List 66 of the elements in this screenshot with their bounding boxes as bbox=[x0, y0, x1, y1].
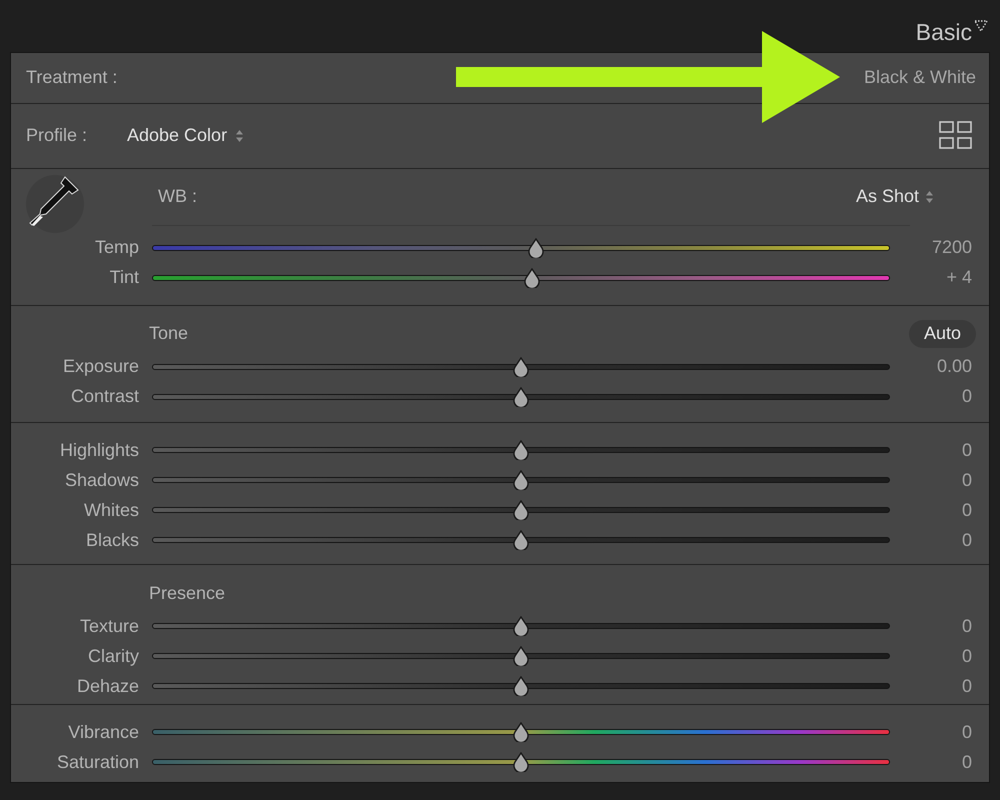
slider-value: 0 bbox=[960, 720, 973, 744]
section-title: Presence bbox=[149, 582, 226, 605]
slider-value: + 4 bbox=[945, 266, 973, 290]
slider-thumb[interactable] bbox=[512, 530, 530, 550]
slider-value: 0 bbox=[960, 438, 973, 462]
updown-icon bbox=[925, 190, 934, 204]
slider-value: 0 bbox=[960, 644, 973, 668]
slider-value: 0.00 bbox=[936, 355, 973, 378]
slider-thumb[interactable] bbox=[512, 500, 530, 520]
profile-dropdown[interactable]: Adobe Color bbox=[127, 122, 244, 150]
slider[interactable] bbox=[152, 238, 890, 258]
slider[interactable] bbox=[152, 752, 890, 772]
slider-label: Highlights bbox=[58, 438, 139, 462]
slider-value: 0 bbox=[960, 674, 973, 698]
slider[interactable] bbox=[152, 356, 890, 377]
slider-value: 0 bbox=[960, 498, 973, 522]
slider-thumb[interactable] bbox=[512, 616, 530, 636]
slider-label: Vibrance bbox=[67, 720, 139, 744]
slider-label: Whites bbox=[82, 498, 139, 522]
slider-label: Saturation bbox=[56, 750, 139, 774]
collapse-triangle-icon[interactable] bbox=[974, 20, 988, 32]
grid-view-icon[interactable] bbox=[939, 121, 972, 150]
slider-value: 0 bbox=[960, 468, 973, 492]
slider-thumb[interactable] bbox=[512, 356, 530, 377]
slider-label: Texture bbox=[78, 614, 139, 638]
slider-value: 0 bbox=[960, 614, 973, 638]
slider-thumb[interactable] bbox=[523, 268, 542, 288]
section-title: Tone bbox=[149, 322, 188, 346]
slider-label: Tint bbox=[108, 266, 139, 290]
slider-thumb[interactable] bbox=[512, 646, 530, 666]
slider[interactable] bbox=[152, 470, 890, 490]
slider-thumb[interactable] bbox=[512, 752, 530, 772]
slider-thumb[interactable] bbox=[512, 722, 530, 742]
updown-icon bbox=[235, 128, 244, 143]
slider-value: 0 bbox=[960, 750, 973, 774]
slider-label: Shadows bbox=[64, 468, 139, 492]
treatment-option[interactable]: Black & White bbox=[864, 64, 976, 92]
slider-label: Temp bbox=[94, 236, 139, 260]
slider-thumb[interactable] bbox=[512, 676, 530, 696]
slider-label: Exposure bbox=[62, 355, 139, 378]
treatment-label: Treatment : bbox=[26, 66, 118, 90]
slider[interactable] bbox=[152, 722, 890, 742]
slider[interactable] bbox=[152, 386, 890, 407]
slider[interactable] bbox=[152, 500, 890, 520]
slider[interactable] bbox=[152, 616, 890, 636]
slider-thumb[interactable] bbox=[526, 238, 545, 258]
slider-value: 7200 bbox=[930, 236, 973, 260]
slider[interactable] bbox=[152, 646, 890, 666]
slider-value: 0 bbox=[960, 385, 973, 408]
slider-label: Dehaze bbox=[76, 674, 139, 698]
slider[interactable] bbox=[152, 676, 890, 696]
slider-label: Contrast bbox=[70, 385, 139, 408]
wb-dropdown[interactable]: As Shot bbox=[856, 183, 934, 210]
auto-button[interactable]: Auto bbox=[908, 320, 976, 348]
slider-thumb[interactable] bbox=[512, 440, 530, 460]
slider-label: Clarity bbox=[86, 644, 139, 668]
profile-label: Profile : bbox=[26, 124, 88, 148]
slider-thumb[interactable] bbox=[512, 386, 530, 407]
slider-thumb[interactable] bbox=[512, 470, 530, 490]
slider-label: Blacks bbox=[84, 528, 139, 552]
slider[interactable] bbox=[152, 530, 890, 550]
slider-value: 0 bbox=[960, 528, 973, 552]
panel-title: Basic bbox=[916, 21, 972, 44]
wb-label: WB : bbox=[158, 185, 197, 208]
slider[interactable] bbox=[152, 440, 890, 460]
slider[interactable] bbox=[152, 268, 890, 288]
